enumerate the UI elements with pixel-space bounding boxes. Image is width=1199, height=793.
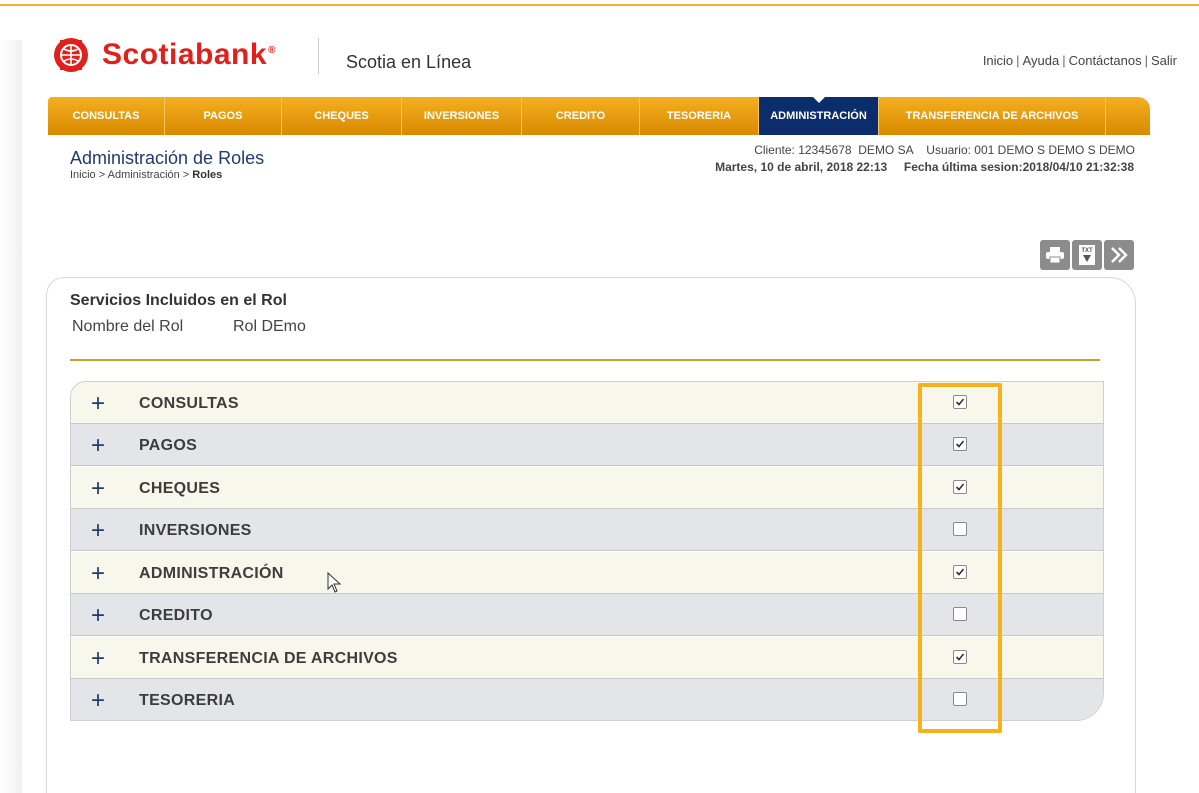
breadcrumb-current: Roles [192,169,223,181]
link-ayuda[interactable]: Ayuda [1023,53,1060,68]
role-name-value: Rol DEmo [233,318,306,335]
nav-pagos[interactable]: PAGOS [165,97,282,135]
nav-tesoreria[interactable]: TESORERIA [640,97,759,135]
nav-cheques[interactable]: CHEQUES [282,97,402,135]
double-chevron-right-icon[interactable] [1104,240,1134,270]
main-nav: CONSULTAS PAGOS CHEQUES INVERSIONES CRED… [48,97,1150,135]
service-label: TESORERIA [139,692,236,709]
expand-plus-icon[interactable]: + [91,390,105,418]
breadcrumb: Inicio > Administración > Roles [70,169,222,181]
txt-export-icon[interactable]: TXT [1072,240,1102,270]
nav-administracion[interactable]: ADMINISTRACIÓN [759,97,879,135]
top-links: Inicio | Ayuda | Contáctanos | Salir [982,53,1177,68]
expand-plus-icon[interactable]: + [91,475,105,503]
nav-credito[interactable]: CREDITO [522,97,640,135]
app-name: Scotia en Línea [346,52,472,72]
service-label: CHEQUES [139,480,221,497]
expand-plus-icon[interactable]: + [91,645,105,673]
service-label: CREDITO [139,607,213,624]
printer-icon[interactable] [1040,240,1070,270]
service-label: CONSULTAS [139,395,239,412]
logo-text: Scotiabank® [102,38,276,71]
link-salir[interactable]: Salir [1151,53,1177,68]
role-name-label: Nombre del Rol [72,318,184,335]
svg-text:TXT: TXT [1081,248,1093,254]
page-title: Administración de Roles [70,148,265,168]
service-label: PAGOS [139,437,198,454]
link-inicio[interactable]: Inicio [983,53,1013,68]
link-contactanos[interactable]: Contáctanos [1069,53,1142,68]
nav-inversiones[interactable]: INVERSIONES [402,97,522,135]
scotiabank-logo[interactable]: Scotiabank® [52,36,276,74]
breadcrumb-path[interactable]: Inicio > Administración > [70,169,192,181]
nav-consultas[interactable]: CONSULTAS [48,97,165,135]
expand-plus-icon[interactable]: + [91,517,105,545]
panel-title: Servicios Incluidos en el Rol [70,292,287,309]
top-accent-rule [0,4,1199,6]
header-divider [318,38,319,74]
expand-plus-icon[interactable]: + [91,687,105,715]
mouse-cursor-icon [327,571,343,599]
client-info: Cliente: 12345678 DEMO SA Usuario: 001 D… [754,143,1135,157]
scotiabank-s-icon [52,36,90,74]
nav-transferencia-de-archivos[interactable]: TRANSFERENCIA DE ARCHIVOS [879,97,1106,135]
section-divider [70,359,1100,361]
action-toolbar: TXT [1040,240,1134,270]
session-info: Martes, 10 de abril, 2018 22:13 Fecha úl… [715,160,1134,174]
expand-plus-icon[interactable]: + [91,560,105,588]
service-label: TRANSFERENCIA DE ARCHIVOS [139,650,398,667]
service-label: INVERSIONES [139,522,252,539]
left-shadow [0,40,22,793]
service-label: ADMINISTRACIÓN [139,565,284,582]
checkbox-column-highlight [918,383,1002,733]
expand-plus-icon[interactable]: + [91,432,105,460]
expand-plus-icon[interactable]: + [91,602,105,630]
